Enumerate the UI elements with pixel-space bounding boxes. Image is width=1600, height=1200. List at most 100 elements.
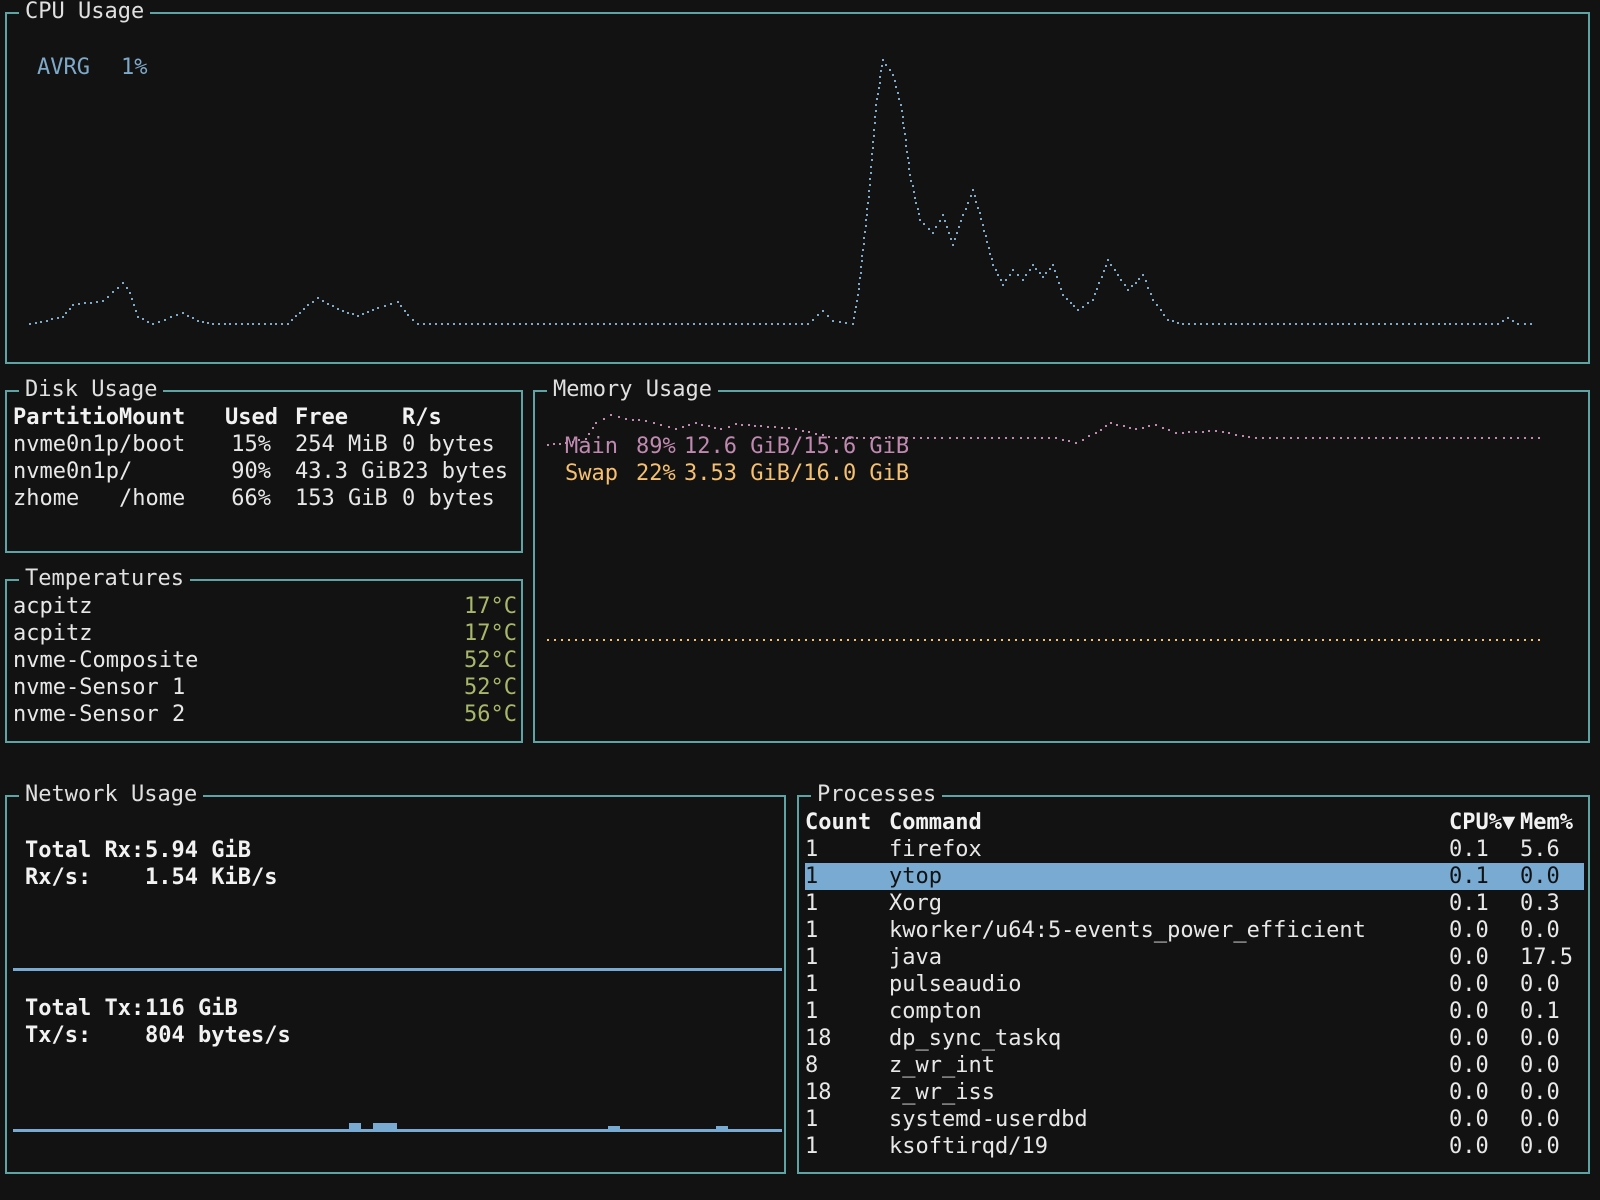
process-cell[interactable]: 0.0 [1449, 971, 1489, 998]
process-cell[interactable]: 0.0 [1449, 1052, 1489, 1079]
memory-main-graph-dot [1248, 436, 1250, 438]
process-cell[interactable]: dp_sync_taskq [889, 1025, 1061, 1052]
process-cell[interactable]: z_wr_iss [889, 1079, 995, 1106]
cpu-graph-dot [1194, 323, 1196, 325]
cpu-graph-dot [862, 249, 864, 251]
process-cell[interactable]: 0.0 [1449, 944, 1489, 971]
cpu-graph-dot [367, 311, 369, 313]
process-cell[interactable]: java [889, 944, 942, 971]
memory-main-graph-dot [1228, 432, 1230, 434]
process-cell[interactable]: 1 [805, 890, 818, 917]
process-cell[interactable]: ytop [889, 863, 942, 890]
cpu-graph-dot [923, 223, 925, 225]
process-header-cell[interactable]: Command [889, 809, 982, 836]
memory-swap-graph-dot [1154, 639, 1156, 641]
process-cell[interactable]: 0.0 [1449, 917, 1489, 944]
cpu-graph-dot [477, 323, 479, 325]
memory-swap-graph-dot [910, 639, 912, 641]
process-cell[interactable]: 0.1 [1520, 998, 1560, 1025]
cpu-graph-dot [107, 296, 109, 298]
memory-main-graph-dot [1088, 435, 1090, 437]
cpu-graph-dot [295, 315, 297, 317]
memory-main-graph-dot [1168, 429, 1170, 431]
disk-cell: 15% [231, 432, 271, 457]
process-cell[interactable]: 0.0 [1449, 1079, 1489, 1106]
process-cell[interactable]: 0.1 [1449, 890, 1489, 917]
cpu-graph-dot [872, 147, 874, 149]
memory-main-graph-dot [1262, 437, 1264, 439]
memory-main-graph-dot [977, 437, 979, 439]
process-cell[interactable]: 1 [805, 1106, 818, 1133]
process-cell[interactable]: 1 [805, 998, 818, 1025]
cpu-graph-dot [875, 104, 877, 106]
process-header-cell[interactable]: CPU%▼ [1449, 809, 1515, 836]
cpu-graph-dot [1517, 323, 1519, 325]
cpu-graph-dot [902, 122, 904, 124]
process-cell[interactable]: pulseaudio [889, 971, 1021, 998]
cpu-graph-dot [1384, 323, 1386, 325]
process-cell[interactable]: 1 [805, 1133, 818, 1160]
cpu-graph-dot [854, 311, 856, 313]
process-cell[interactable]: kworker/u64:5-events_power_efficient [889, 917, 1366, 944]
process-cell[interactable]: 1 [805, 917, 818, 944]
memory-main-graph-dot [1235, 434, 1237, 436]
cpu-graph-dot [1058, 282, 1060, 284]
process-cell[interactable]: 18 [805, 1079, 832, 1106]
cpu-graph-dot [62, 316, 64, 318]
cpu-graph-dot [317, 297, 319, 299]
process-cell[interactable]: 18 [805, 1025, 832, 1052]
process-cell[interactable]: firefox [889, 836, 982, 863]
process-cell[interactable]: 0.0 [1520, 971, 1560, 998]
cpu-graph-dot [1105, 265, 1107, 267]
memory-main-graph-dot [1404, 437, 1406, 439]
memory-main-graph-dot [1055, 437, 1057, 439]
process-cell[interactable]: 0.0 [1520, 917, 1560, 944]
cpu-graph-dot [1124, 284, 1126, 286]
cpu-graph-dot [878, 87, 880, 89]
process-cell[interactable]: 1 [805, 863, 818, 890]
memory-swap-graph-dot [694, 639, 696, 641]
process-cell[interactable]: 17.5 [1520, 944, 1573, 971]
cpu-graph-dot [845, 322, 847, 324]
process-cell[interactable]: 0.1 [1449, 863, 1489, 890]
memory-main-graph-dot [1215, 430, 1217, 432]
process-cell[interactable]: 5.6 [1520, 836, 1560, 863]
process-cell[interactable]: 8 [805, 1052, 818, 1079]
process-cell[interactable]: 0.0 [1520, 1106, 1560, 1133]
process-header-cell[interactable]: Mem% [1520, 809, 1573, 836]
cpu-graph-dot [1307, 323, 1309, 325]
process-cell[interactable]: z_wr_int [889, 1052, 995, 1079]
cpu-graph-dot [362, 313, 364, 315]
cpu-graph-dot [960, 220, 962, 222]
process-cell[interactable]: 0.0 [1520, 1052, 1560, 1079]
process-header-cell[interactable]: Count [805, 809, 871, 836]
cpu-graph-dot [133, 304, 135, 306]
memory-main-graph-dot [1305, 437, 1307, 439]
cpu-graph-dot [822, 310, 824, 312]
memory-swap-graph-dot [945, 639, 947, 641]
memory-swap-graph-dot [1538, 639, 1540, 641]
process-cell[interactable]: 0.0 [1520, 1079, 1560, 1106]
process-cell[interactable]: 0.0 [1520, 1025, 1560, 1052]
process-cell[interactable]: 0.0 [1520, 863, 1560, 890]
process-cell[interactable]: 1 [805, 971, 818, 998]
process-cell[interactable]: 0.1 [1449, 836, 1489, 863]
cpu-graph-dot [447, 323, 449, 325]
process-cell[interactable]: 0.0 [1449, 1133, 1489, 1160]
memory-swap-graph-dot [1433, 639, 1435, 641]
process-cell[interactable]: systemd-userdbd [889, 1106, 1088, 1133]
process-cell[interactable]: 1 [805, 836, 818, 863]
cpu-graph-dot [1295, 323, 1297, 325]
process-cell[interactable]: 1 [805, 944, 818, 971]
cpu-graph-dot [869, 178, 871, 180]
cpu-graph-dot [1117, 274, 1119, 276]
process-cell[interactable]: 0.0 [1520, 1133, 1560, 1160]
process-cell[interactable]: Xorg [889, 890, 942, 917]
process-cell[interactable]: 0.0 [1449, 998, 1489, 1025]
process-cell[interactable]: 0.3 [1520, 890, 1560, 917]
process-cell[interactable]: 0.0 [1449, 1025, 1489, 1052]
process-cell[interactable]: 0.0 [1449, 1106, 1489, 1133]
process-cell[interactable]: ksoftirqd/19 [889, 1133, 1048, 1160]
process-cell[interactable]: compton [889, 998, 982, 1025]
cpu-graph-dot [117, 287, 119, 289]
